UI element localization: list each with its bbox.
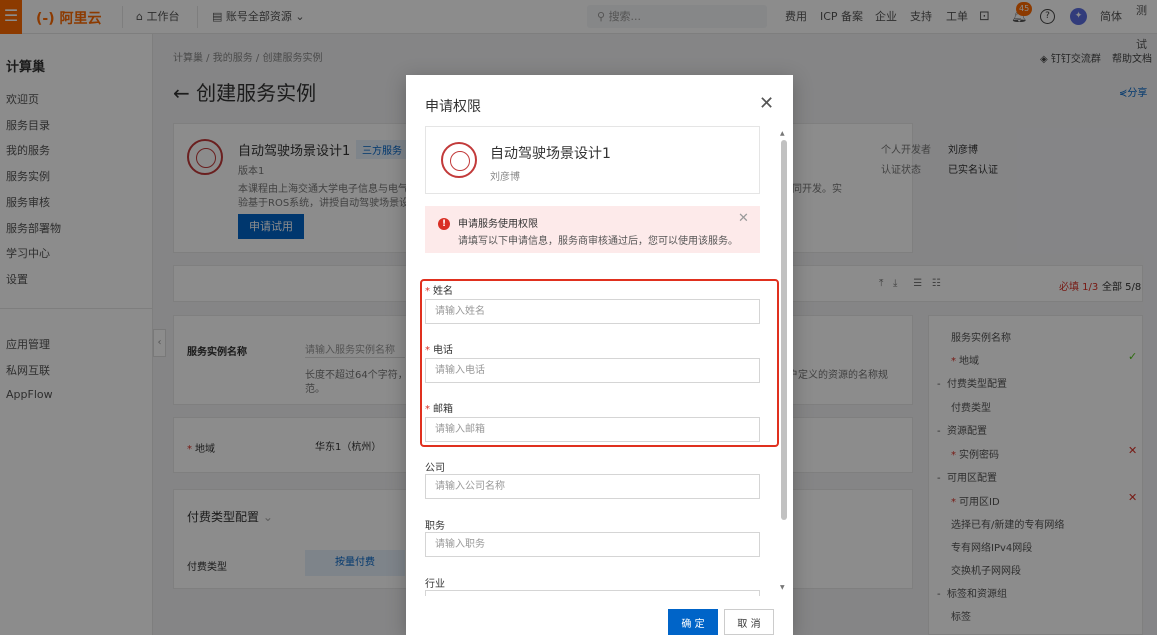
service-summary-card: 自动驾驶场景设计1 刘彦博 bbox=[425, 126, 760, 194]
service-name: 自动驾驶场景设计1 bbox=[490, 146, 611, 162]
request-permission-dialog: 申请权限 ✕ 自动驾驶场景设计1 刘彦博 ! 申请服务使用权限 请填写以下申请信… bbox=[406, 75, 793, 635]
service-author: 刘彦博 bbox=[490, 172, 520, 183]
position-input[interactable] bbox=[425, 532, 760, 557]
close-icon[interactable]: ✕ bbox=[738, 211, 749, 226]
email-label-text: 邮箱 bbox=[433, 404, 453, 415]
name-label-text: 姓名 bbox=[433, 286, 453, 297]
required-mark: * bbox=[425, 404, 430, 415]
name-input[interactable] bbox=[425, 299, 760, 324]
cancel-button[interactable]: 取 消 bbox=[724, 609, 774, 635]
permission-alert: ! 申请服务使用权限 请填写以下申请信息，服务商审核通过后，您可以使用该服务。 … bbox=[425, 206, 760, 253]
required-mark: * bbox=[425, 286, 430, 297]
dialog-title: 申请权限 bbox=[425, 99, 481, 115]
university-logo bbox=[441, 142, 477, 178]
phone-input[interactable] bbox=[425, 358, 760, 383]
phone-label-text: 电话 bbox=[433, 345, 453, 356]
industry-select[interactable] bbox=[425, 590, 760, 596]
email-label: * 邮箱 bbox=[425, 400, 453, 415]
industry-label: 行业 bbox=[425, 579, 445, 590]
alert-description: 请填写以下申请信息，服务商审核通过后，您可以使用该服务。 bbox=[458, 236, 738, 247]
scrollbar[interactable]: ▲ ▼ bbox=[779, 130, 788, 593]
phone-label: * 电话 bbox=[425, 341, 453, 356]
company-input[interactable] bbox=[425, 474, 760, 499]
name-label: * 姓名 bbox=[425, 282, 453, 297]
close-icon[interactable]: ✕ bbox=[759, 93, 774, 114]
error-icon: ! bbox=[438, 218, 450, 230]
email-input[interactable] bbox=[425, 417, 760, 442]
scroll-up-icon[interactable]: ▲ bbox=[780, 130, 785, 137]
required-mark: * bbox=[425, 345, 430, 356]
scrollbar-thumb[interactable] bbox=[781, 140, 787, 520]
position-label: 职务 bbox=[425, 521, 445, 532]
company-label: 公司 bbox=[425, 463, 445, 474]
confirm-button[interactable]: 确 定 bbox=[668, 609, 718, 635]
alert-title: 申请服务使用权限 bbox=[458, 219, 538, 230]
scroll-down-icon[interactable]: ▼ bbox=[780, 584, 785, 591]
